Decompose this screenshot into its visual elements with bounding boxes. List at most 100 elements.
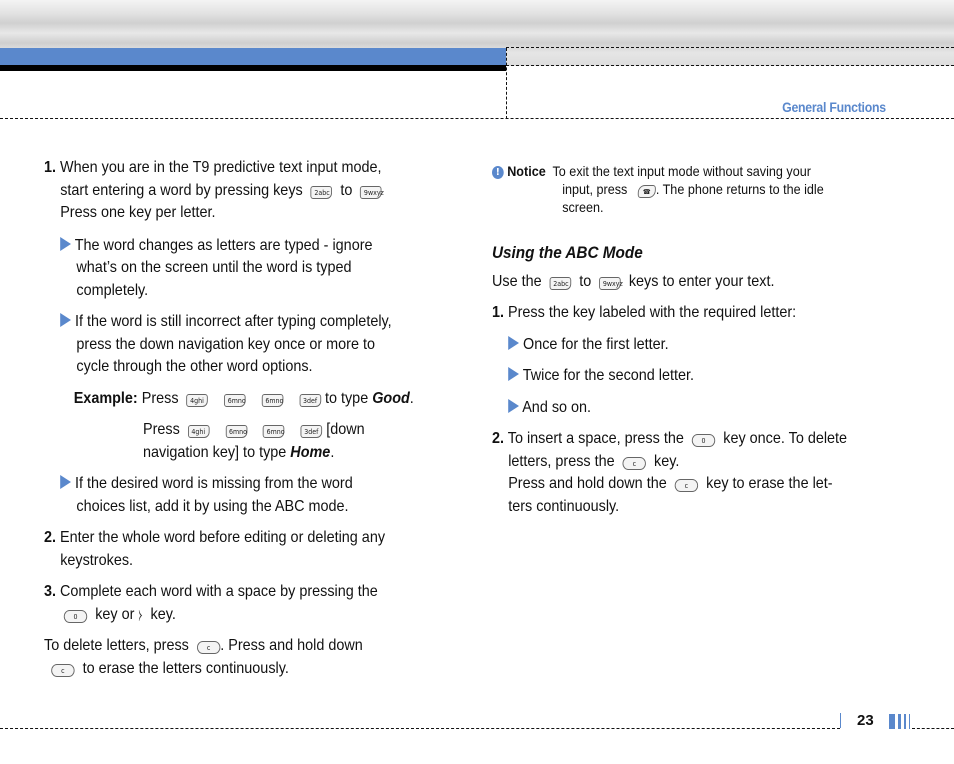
bullet-word-missing: If the desired word is missing from the … xyxy=(44,473,431,518)
step-text: key. xyxy=(150,605,176,623)
bullet-text: completely. xyxy=(76,281,149,299)
page-number: 23 xyxy=(857,712,874,729)
example-text: . xyxy=(330,443,335,461)
bullet-text: cycle through the other word options. xyxy=(76,358,313,375)
key-9-icon: 9wxyz xyxy=(599,276,623,290)
step-text: key or xyxy=(95,605,135,623)
key-0-space-icon: 0 xyxy=(691,434,716,447)
step-text: Enter the whole word before editing or d… xyxy=(60,529,386,546)
triangle-bullet-icon xyxy=(508,335,519,350)
triangle-bullet-icon xyxy=(508,398,519,413)
footer-bar xyxy=(898,714,901,729)
key-6-icon: 6mno xyxy=(225,425,248,438)
left-column: 1. When you are in the T9 predictive tex… xyxy=(44,157,431,680)
triangle-bullet-icon xyxy=(508,367,519,381)
header-black-rule xyxy=(0,65,506,71)
step-text: to xyxy=(340,181,353,199)
key-6-icon: 6mno xyxy=(263,425,285,438)
footer-dash-left xyxy=(0,728,840,729)
step-text: letters, press the xyxy=(508,452,615,470)
bullet-and-so-on: And so on. xyxy=(508,397,879,420)
key-4-icon: 4ghi xyxy=(186,393,209,407)
key-6-icon: 6mno xyxy=(224,393,246,407)
notice-text: To exit the text input mode without savi… xyxy=(552,163,811,179)
key-3-icon: 3def xyxy=(300,425,323,438)
abc-step-1: 1. Press the key labeled with the requir… xyxy=(492,302,879,325)
abc-step-2: 2. To insert a space, press the 0 key on… xyxy=(492,428,879,518)
footer-bar xyxy=(904,714,906,729)
delete-text: . Press and hold down xyxy=(220,637,363,654)
step-2: 2. Enter the whole word before editing o… xyxy=(44,527,431,572)
abc-intro: Use the 2abc to 9wxyz keys to enter your… xyxy=(492,271,879,294)
footer-bar xyxy=(889,714,895,729)
example-text: Press xyxy=(141,389,179,407)
notice-text: screen. xyxy=(562,199,604,215)
step-text: Press one key per letter. xyxy=(60,204,216,221)
bullet-still-incorrect: If the word is still incorrect after typ… xyxy=(44,311,431,379)
footer-bar xyxy=(909,714,910,729)
example-text: . xyxy=(409,389,414,407)
clear-key-icon: c xyxy=(674,479,699,492)
clear-key-icon: c xyxy=(51,663,75,677)
clear-key-icon: c xyxy=(196,641,221,654)
key-2-icon: 2abc xyxy=(310,185,333,199)
intro-text: Use the xyxy=(492,272,542,290)
step-text: Complete each word with a space by press… xyxy=(60,583,378,600)
example-text: to type xyxy=(324,389,369,407)
step-text: keystrokes. xyxy=(60,551,134,569)
notice-label: Notice xyxy=(507,163,546,179)
example-text: navigation key] to type xyxy=(143,443,287,461)
triangle-bullet-icon xyxy=(60,475,71,489)
bullet-text: And so on. xyxy=(522,398,592,416)
section-title: General Functions xyxy=(782,99,886,115)
end-call-key-icon: ☎ xyxy=(637,185,656,198)
delete-text: To delete letters, press xyxy=(44,637,189,654)
header-dash-bottom xyxy=(0,118,954,119)
step-1: 1. When you are in the T9 predictive tex… xyxy=(44,157,431,225)
bullet-word-changes: The word changes as letters are typed - … xyxy=(44,235,431,303)
step-number: 3. xyxy=(44,583,57,600)
delete-text: to erase the letters continuously. xyxy=(82,659,289,677)
bullet-text: The word changes as letters are typed - … xyxy=(74,236,373,254)
step-text: Press the key labeled with the required … xyxy=(508,304,797,321)
header-dash-top xyxy=(506,47,954,48)
example-text: Press xyxy=(143,421,180,438)
triangle-bullet-icon xyxy=(60,236,71,251)
step-text: To insert a space, press the xyxy=(507,430,684,447)
example-block: Example: Press 4ghi 6mno 6mno 3def to ty… xyxy=(44,388,431,465)
footer-divider xyxy=(840,713,841,728)
example-word-good: Good xyxy=(372,389,410,407)
key-4-icon: 4ghi xyxy=(187,425,210,438)
example-text: [down xyxy=(326,421,365,438)
step-text: key once. To delete xyxy=(723,430,848,447)
notice-text: . The phone returns to the idle xyxy=(655,181,824,197)
header-right-panel xyxy=(507,66,954,120)
clear-key-icon: c xyxy=(622,456,647,470)
step-3: 3. Complete each word with a space by pr… xyxy=(44,581,431,626)
triangle-bullet-icon xyxy=(60,313,71,327)
step-number: 2. xyxy=(44,529,57,546)
section-heading: Using the ABC Mode xyxy=(492,243,643,262)
right-navigation-key-icon: ⧽ xyxy=(138,606,143,622)
key-2-icon: 2abc xyxy=(549,276,572,290)
key-3-icon: 3def xyxy=(299,393,321,407)
intro-text: keys to enter your text. xyxy=(628,272,775,290)
step-text: start entering a word by pressing keys xyxy=(60,181,303,199)
step-number: 1. xyxy=(492,304,505,321)
bullet-first-letter: Once for the first letter. xyxy=(508,334,879,357)
example-word-home: Home xyxy=(290,443,331,461)
header-dash-divider xyxy=(506,48,507,119)
bullet-text: If the word is still incorrect after typ… xyxy=(75,313,392,330)
intro-text: to xyxy=(579,272,592,290)
bullet-second-letter: Twice for the second letter. xyxy=(508,365,879,388)
footer-dash-right xyxy=(912,728,954,729)
example-label: Example: xyxy=(73,389,138,407)
step-number: 1. xyxy=(44,159,57,176)
step-text: When you are in the T9 predictive text i… xyxy=(60,159,382,176)
header-accent-bar xyxy=(0,48,506,65)
bullet-text: choices list, add it by using the ABC mo… xyxy=(76,497,349,515)
step-text: key. xyxy=(654,452,680,470)
right-column: ! Notice To exit the text input mode wit… xyxy=(492,162,879,518)
abc-bullets: Once for the first letter. Twice for the… xyxy=(492,334,879,420)
step-number: 2. xyxy=(492,430,505,447)
